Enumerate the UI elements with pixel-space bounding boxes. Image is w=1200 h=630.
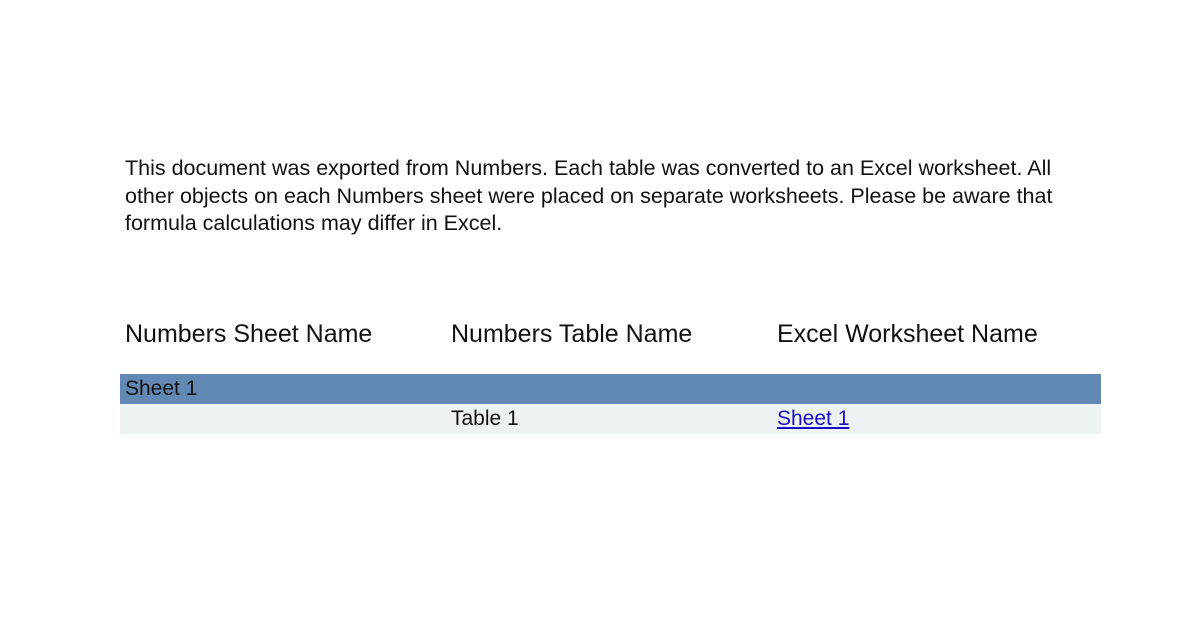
column-header-table-name: Numbers Table Name: [451, 320, 693, 348]
table-row-sheet: Sheet 1: [120, 374, 1101, 404]
document-page: This document was exported from Numbers.…: [0, 0, 1200, 630]
table-row-table: Table 1 Sheet 1: [120, 404, 1101, 434]
sheet-name-cell: Sheet 1: [125, 377, 198, 400]
column-header-sheet-name: Numbers Sheet Name: [125, 320, 373, 348]
worksheet-link[interactable]: Sheet 1: [777, 404, 849, 434]
table-header-row: Numbers Sheet Name Numbers Table Name Ex…: [0, 318, 1200, 352]
table-name-cell: Table 1: [451, 407, 519, 430]
intro-paragraph: This document was exported from Numbers.…: [125, 155, 1105, 238]
column-header-worksheet-name: Excel Worksheet Name: [777, 320, 1038, 348]
intro-line-3: formula calculations may differ in Excel…: [125, 211, 503, 235]
intro-line-2: other objects on each Numbers sheet were…: [125, 183, 1053, 208]
intro-line-1: This document was exported from Numbers.…: [125, 156, 1052, 180]
